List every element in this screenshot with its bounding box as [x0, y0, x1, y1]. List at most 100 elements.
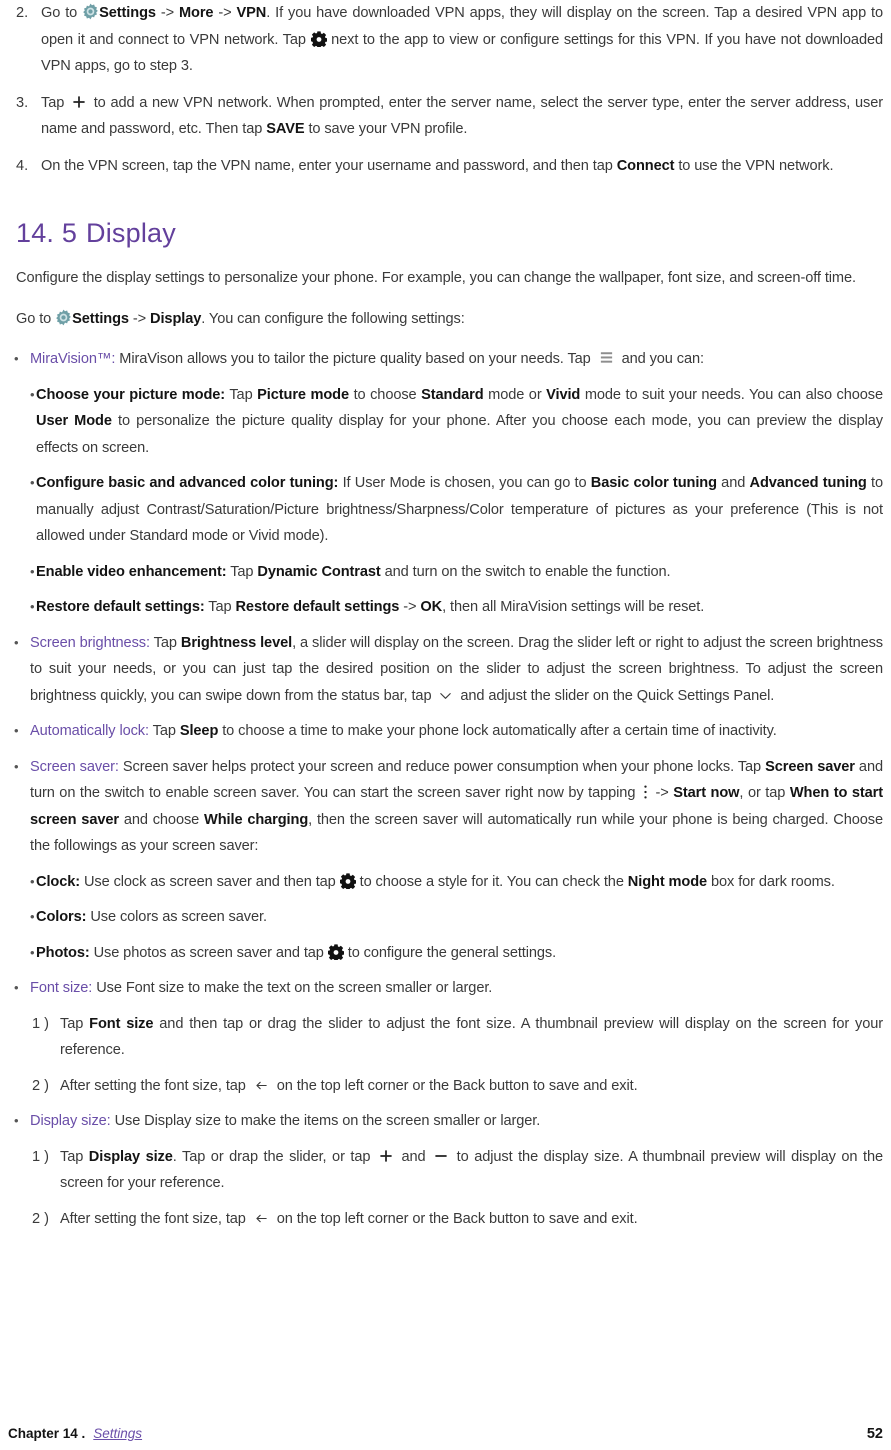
body-text: Screen saver helps protect your screen a… — [118, 758, 766, 775]
body-text: -> — [155, 5, 179, 21]
vpn-steps-list: 2. Go to Settings -> More -> VPN. If you … — [8, 0, 883, 179]
emphasis-text: Photos: — [36, 944, 90, 961]
bullet-dot-icon: • — [14, 723, 19, 738]
sub-step-number: 1 ) — [32, 1148, 50, 1165]
sub-steps-list: 1 ) Tap Display size. Tap or drap the sli… — [8, 1144, 883, 1233]
setting-item-display-size: • Display size: Use Display size to make … — [8, 1108, 883, 1135]
emphasis-text: Settings — [99, 5, 156, 21]
sub-settings-list: • Clock: Use clock as screen saver and th… — [8, 869, 883, 967]
emphasis-text: OK — [420, 599, 443, 615]
sub-setting-item-body: Restore default settings: Tap Restore de… — [36, 594, 883, 621]
body-text: Go to — [16, 310, 56, 327]
body-text: Use Display size to make the items on th… — [110, 1113, 541, 1129]
body-text: to choose a style for it. You can check … — [355, 873, 628, 890]
body-text: . You can configure the following settin… — [201, 310, 465, 327]
emphasis-text: Configure basic and advanced color tunin… — [36, 475, 339, 491]
emphasis-text: Night mode — [627, 873, 708, 890]
sub-step-body: Tap Display size. Tap or drap the slider… — [60, 1144, 883, 1197]
body-text: Tap — [149, 634, 181, 651]
emphasis-text: Brightness level — [180, 634, 293, 651]
setting-item-screen-saver: • Screen saver: Screen saver helps protec… — [8, 754, 883, 860]
body-text: -> — [399, 599, 421, 615]
emphasis-text: Connect — [616, 157, 675, 174]
emphasis-text: Choose your picture mode: — [36, 386, 226, 403]
emphasis-text: Dynamic Contrast — [257, 563, 381, 580]
emphasis-text: Screen saver — [765, 758, 855, 775]
body-text: and you can: — [617, 351, 704, 367]
step-body: Go to Settings -> More -> VPN. If you ha… — [41, 0, 883, 80]
footer-chapter: Chapter 14 . Settings — [8, 1426, 142, 1441]
body-text: to choose a time to make your phone lock… — [218, 723, 777, 739]
step-number: 2. — [16, 5, 29, 21]
setting-item-body: MiraVision™: MiraVison allows you to tai… — [30, 346, 883, 373]
body-text: Tap — [41, 94, 69, 111]
body-text: Use colors as screen saver. — [86, 909, 267, 925]
body-text: on the top left corner or the Back butto… — [272, 1077, 638, 1094]
body-text: Use Font size to make the text on the sc… — [92, 980, 493, 996]
gear-black-icon — [310, 30, 327, 47]
emphasis-text: Vivid — [546, 386, 581, 403]
body-text: and then tap or drag the slider to adjus… — [60, 1015, 884, 1059]
body-text: on the top left corner or the Back butto… — [272, 1210, 638, 1227]
back-arrow-icon — [254, 1211, 269, 1226]
body-text: Tap — [225, 386, 258, 403]
display-settings-list: • MiraVision™: MiraVison allows you to ta… — [8, 346, 883, 1232]
chevron-down-icon — [438, 688, 453, 703]
gear-black-icon — [327, 943, 344, 960]
emphasis-text: Restore default settings — [235, 599, 400, 615]
step-body: On the VPN screen, tap the VPN name, ent… — [41, 153, 883, 180]
sub-step-body: After setting the font size, tap on the … — [60, 1206, 883, 1233]
emphasis-text: VPN — [236, 5, 267, 21]
body-text: box for dark rooms. — [707, 873, 835, 890]
settings-gear-color-icon — [82, 3, 99, 20]
emphasis-text: Colors: — [36, 909, 87, 925]
emphasis-text: Standard — [421, 386, 484, 403]
body-text: and — [395, 1148, 432, 1165]
setting-item-screen-brightness: • Screen brightness: Tap Brightness level… — [8, 630, 883, 710]
sub-setting-item-body: Configure basic and advanced color tunin… — [36, 470, 883, 550]
bullet-dot-icon: • — [14, 758, 19, 774]
section-title: Display — [86, 218, 176, 248]
sub-setting-item-body: Clock: Use clock as screen saver and the… — [36, 869, 883, 896]
sub-setting-item-colors: • Colors: Use colors as screen saver. — [8, 904, 883, 931]
step-number: 3. — [16, 94, 29, 111]
body-text: to use the VPN network. — [674, 157, 834, 174]
sub-setting-item-body: Choose your picture mode: Tap Picture mo… — [36, 382, 883, 462]
sub-setting-item-video-enhancement: • Enable video enhancement: Tap Dynamic C… — [8, 559, 883, 586]
body-text: Tap — [204, 599, 236, 615]
body-text: Tap — [226, 563, 258, 580]
sub-step: 1 ) Tap Font size and then tap or drag th… — [8, 1011, 883, 1064]
body-text: If User Mode is chosen, you can go to — [338, 475, 591, 491]
body-text: After setting the font size, tap — [60, 1077, 250, 1094]
body-text: to personalize the picture quality displ… — [36, 413, 883, 456]
body-text: and — [716, 475, 750, 491]
emphasis-text: Basic color tuning — [590, 475, 717, 491]
sub-setting-item-restore-defaults: • Restore default settings: Tap Restore d… — [8, 594, 883, 621]
bullet-dot-icon: • — [14, 634, 19, 650]
sub-setting-item-body: Enable video enhancement: Tap Dynamic Co… — [36, 559, 883, 586]
bullet-dot-icon: • — [30, 386, 35, 402]
section-intro: Configure the display settings to person… — [16, 270, 856, 286]
body-text: Tap — [148, 723, 180, 739]
term-label: Display size: — [30, 1113, 111, 1129]
body-text: Go to — [41, 5, 83, 21]
sub-steps-list: 1 ) Tap Font size and then tap or drag th… — [8, 1011, 883, 1100]
body-text: MiraVison allows you to tailor the pictu… — [115, 351, 595, 367]
document-page: 2. Go to Settings -> More -> VPN. If you … — [0, 0, 891, 1450]
minus-icon — [434, 1149, 448, 1163]
section-goto-line: Go to Settings -> Display. You can confi… — [16, 306, 875, 333]
setting-item-font-size: • Font size: Use Font size to make the te… — [8, 975, 883, 1002]
sub-step-body: After setting the font size, tap on the … — [60, 1073, 883, 1100]
setting-item-body: Screen saver: Screen saver helps protect… — [30, 754, 883, 860]
body-text: Tap — [60, 1015, 90, 1032]
body-text: and adjust the slider on the Quick Setti… — [456, 687, 775, 704]
body-text: to save your VPN profile. — [304, 121, 468, 137]
page-footer: Chapter 14 . Settings 52 — [8, 1426, 883, 1442]
bullet-dot-icon: • — [14, 1113, 19, 1128]
footer-settings-link[interactable]: Settings — [93, 1426, 142, 1441]
sub-setting-item-clock: • Clock: Use clock as screen saver and th… — [8, 869, 883, 896]
body-text: , or tap — [739, 785, 790, 801]
body-text: and turn on the switch to enable the fun… — [380, 563, 671, 580]
bullet-dot-icon: • — [30, 599, 35, 614]
emphasis-text: Sleep — [179, 723, 219, 739]
